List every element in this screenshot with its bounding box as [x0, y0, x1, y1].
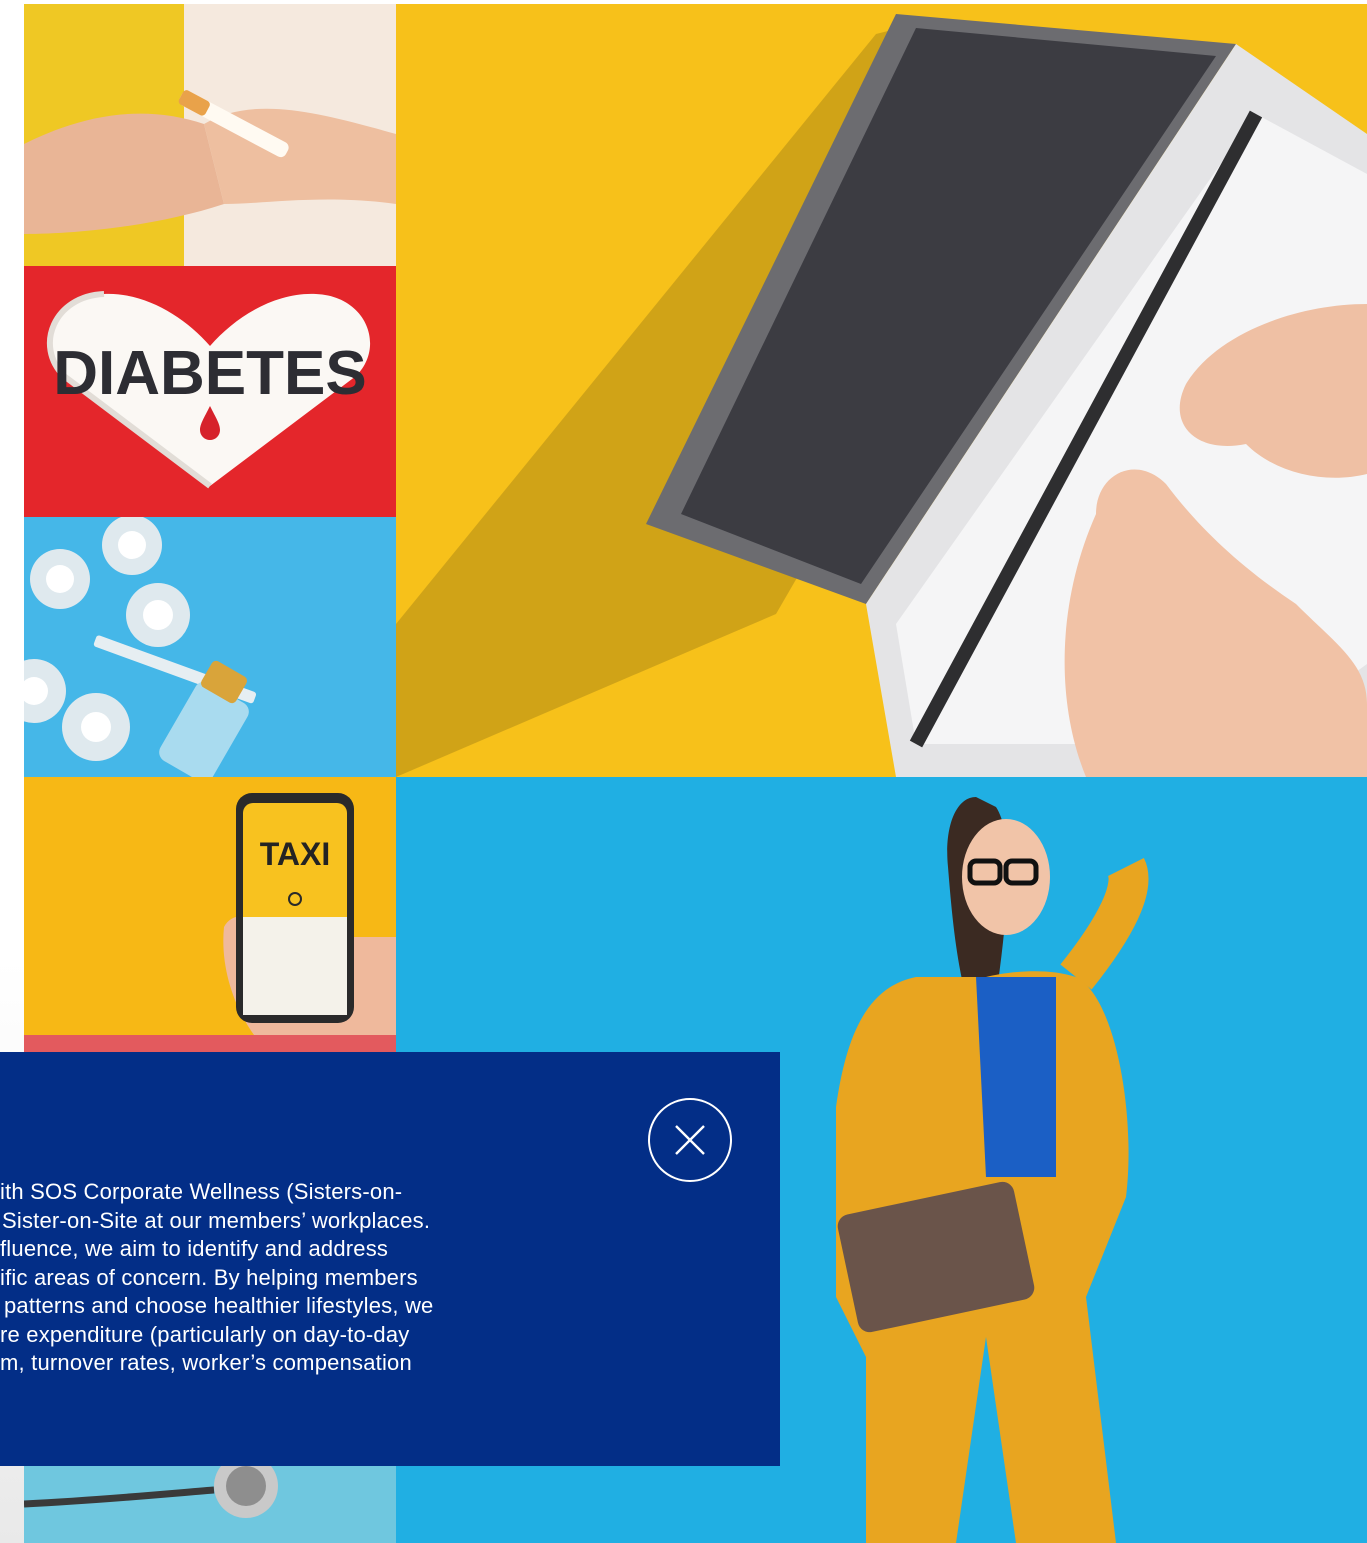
info-panel: ith SOS Corporate Wellness (Sisters-on- … [0, 1052, 780, 1466]
taxi-photo-text: TAXI [260, 836, 331, 872]
diabetes-photo-text: DIABETES [53, 339, 366, 408]
info-text-line: Sister-on-Site at our members’ workplace… [2, 1207, 431, 1233]
taxi-app-photo: TAXI [24, 777, 396, 1035]
close-icon [675, 1125, 705, 1155]
close-button[interactable] [648, 1098, 732, 1182]
info-text-line: ith SOS Corporate Wellness (Sisters-on- [0, 1179, 403, 1204]
diabetes-photo: DIABETES [24, 266, 396, 517]
info-text-line: fluence, we aim to identify and address [0, 1236, 389, 1261]
info-text-line: re expenditure (particularly on day-to-d… [0, 1321, 410, 1347]
medicine-vials-photo [24, 517, 396, 777]
info-panel-text: ith SOS Corporate Wellness (Sisters-on- … [0, 1178, 618, 1378]
stethoscope-photo [24, 1464, 396, 1543]
info-text-line: patterns and choose healthier lifestyles… [4, 1293, 434, 1318]
quit-smoking-photo [24, 4, 396, 266]
laptop-typing-photo [396, 4, 1367, 777]
info-text-line: ific areas of concern. By helping member… [0, 1264, 418, 1290]
info-text-line: m, turnover rates, worker’s compensation [0, 1350, 412, 1375]
